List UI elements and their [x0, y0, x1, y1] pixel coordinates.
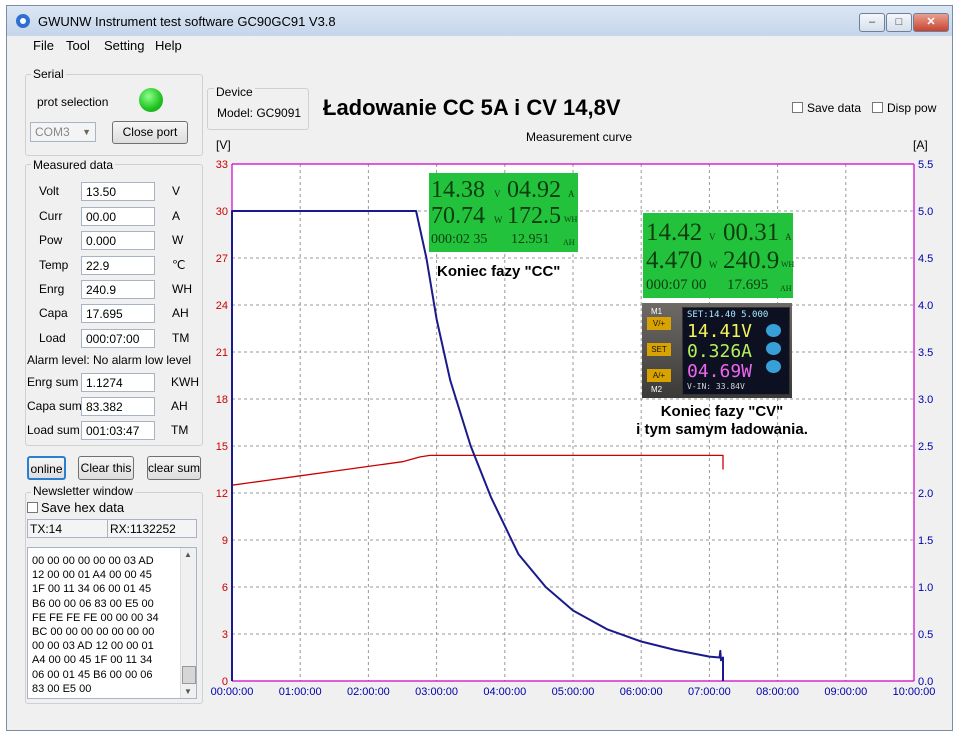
- lcd1-current-unit: A: [568, 189, 575, 199]
- x-tick-label: 09:00:00: [824, 686, 867, 698]
- x-tick-label: 04:00:00: [483, 686, 526, 698]
- power-icon: [766, 360, 781, 373]
- y-right-tick-label: 3.5: [918, 347, 933, 359]
- lock-icon: [766, 324, 781, 337]
- y-right-tick-label: 5.5: [918, 159, 933, 171]
- device-photo-m1: M1: [651, 307, 663, 316]
- device-photo-power: 04.69W: [687, 361, 753, 382]
- lcd1-voltage-unit: V: [494, 189, 501, 199]
- lcd1-capacity: 12.951: [511, 232, 550, 247]
- lcd1-power-unit: W: [494, 215, 503, 225]
- lcd2-power: 4.470: [646, 247, 703, 274]
- device-photo-voltage: 14.41V: [687, 321, 753, 342]
- x-tick-label: 03:00:00: [415, 686, 458, 698]
- x-tick-label: 08:00:00: [756, 686, 799, 698]
- y-left-tick-label: 33: [216, 159, 228, 171]
- device-photo-m2: M2: [651, 385, 663, 394]
- y-left-tick-label: 15: [216, 441, 228, 453]
- lcd2-power-unit: W: [709, 260, 718, 270]
- y-right-tick-label: 4.5: [918, 253, 933, 265]
- lcd1-power: 70.74: [431, 203, 485, 229]
- y-left-tick-label: 0: [222, 676, 228, 688]
- y-left-tick-label: 30: [216, 206, 228, 218]
- cv-caption: Koniec fazy "CV" i tym samym ładowania.: [599, 403, 845, 439]
- lcd2-current: 00.31: [723, 219, 780, 246]
- y-left-tick-label: 27: [216, 253, 228, 265]
- y-left-tick-label: 12: [216, 488, 228, 500]
- lcd1-time: 000:02 35: [431, 232, 488, 247]
- device-photo-screen: SET:14.40 5.000 14.41V 0.326A 04.69W V-I…: [682, 307, 790, 395]
- y-right-tick-label: 2.0: [918, 488, 933, 500]
- cc-caption: Koniec fazy "CC": [437, 263, 561, 280]
- y-right-tick-label: 1.5: [918, 535, 933, 547]
- chart-title: Measurement curve: [526, 130, 632, 144]
- device-photo-btn-set: SET: [647, 343, 671, 356]
- y-right-tick-label: 3.0: [918, 394, 933, 406]
- lcd1-energy: 172.5: [507, 203, 561, 229]
- y-left-tick-label: 6: [222, 582, 228, 594]
- shield-icon: [766, 342, 781, 355]
- lcd-panel-cv: 14.42 V 00.31 A 4.470 W 240.9 WH 000:07 …: [643, 213, 795, 298]
- lcd2-energy-unit: WH: [781, 260, 795, 269]
- lcd1-voltage: 14.38: [431, 177, 485, 203]
- lcd2-energy: 240.9: [723, 247, 780, 274]
- device-photo: M1 V/+ SET A/+ M2 SET:14.40 5.000 14.41V…: [642, 303, 792, 398]
- x-tick-label: 07:00:00: [688, 686, 731, 698]
- x-tick-label: 06:00:00: [620, 686, 663, 698]
- y-right-tick-label: 0.0: [918, 676, 933, 688]
- lcd1-capacity-unit: AH: [563, 238, 575, 247]
- lcd2-voltage-unit: V: [709, 232, 716, 242]
- lcd2-time: 000:07 00: [646, 277, 707, 293]
- y-right-tick-label: 2.5: [918, 441, 933, 453]
- y-right-tick-label: 5.0: [918, 206, 933, 218]
- y-left-tick-label: 18: [216, 394, 228, 406]
- cv-caption-line1: Koniec fazy "CV": [660, 403, 784, 420]
- y-left-tick-label: 24: [216, 300, 228, 312]
- y-left-tick-label: 21: [216, 347, 228, 359]
- y-right-tick-label: 0.5: [918, 629, 933, 641]
- x-tick-label: 00:00:00: [211, 686, 254, 698]
- y-left-tick-label: 3: [222, 629, 228, 641]
- device-photo-btn-a: A/+: [647, 369, 671, 382]
- y-axis-left-label: [V]: [216, 138, 231, 152]
- lcd1-current: 04.92: [507, 177, 561, 203]
- lcd-panel-cc: 14.38 V 04.92 A 70.74 W 172.5 WH 000:02 …: [429, 173, 578, 252]
- lcd2-voltage: 14.42: [646, 219, 703, 246]
- y-right-tick-label: 4.0: [918, 300, 933, 312]
- lcd2-capacity: 17.695: [727, 277, 769, 293]
- device-photo-current: 0.326A: [687, 341, 753, 362]
- lcd1-energy-unit: WH: [564, 215, 578, 224]
- cv-caption-line2: i tym samym ładowania.: [636, 421, 808, 438]
- y-right-tick-label: 1.0: [918, 582, 933, 594]
- device-photo-vin: V-IN: 33.84V: [687, 382, 745, 391]
- lcd2-current-unit: A: [785, 232, 792, 242]
- device-photo-set-line: SET:14.40 5.000: [687, 310, 769, 320]
- measurement-chart: Measurement curve [V] [A] 00:00:00 01:00:…: [211, 130, 936, 698]
- x-tick-label: 02:00:00: [347, 686, 390, 698]
- x-tick-label: 01:00:00: [279, 686, 322, 698]
- x-tick-label: 05:00:00: [552, 686, 595, 698]
- lcd2-capacity-unit: AH: [780, 284, 792, 293]
- device-photo-btn-v: V/+: [647, 317, 671, 330]
- y-axis-right-label: [A]: [913, 138, 928, 152]
- y-left-tick-label: 9: [222, 535, 228, 547]
